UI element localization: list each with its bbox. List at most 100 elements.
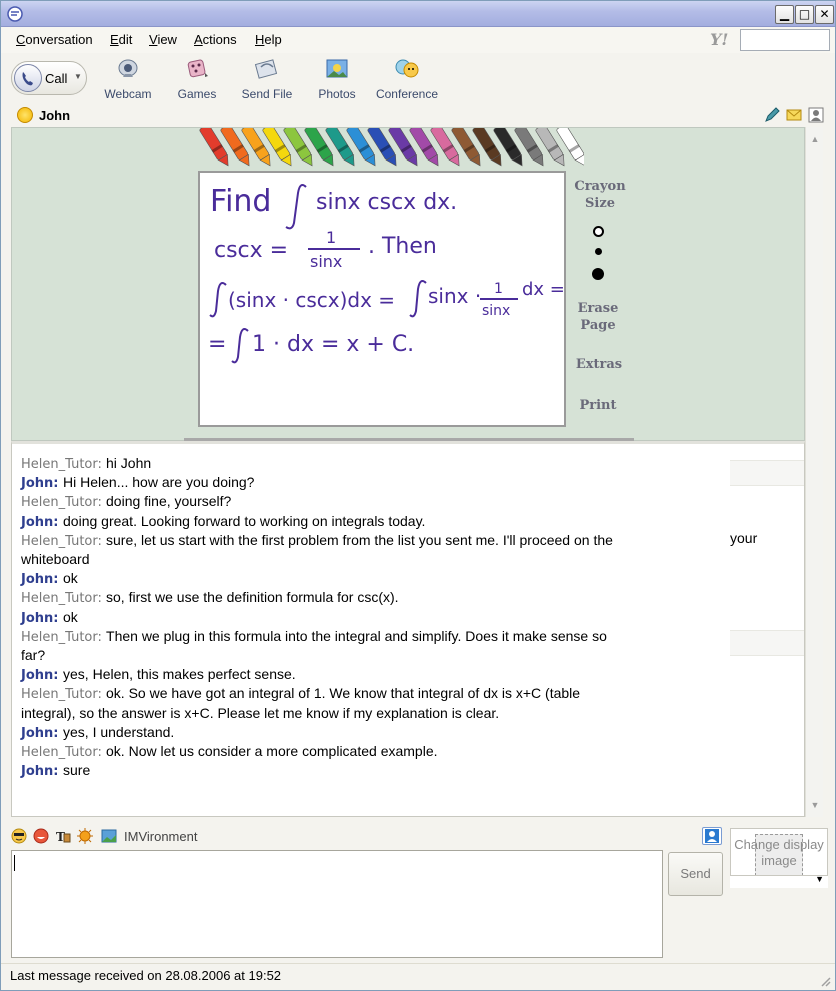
minimize-button[interactable]: ▁ <box>775 5 794 24</box>
status-text: Last message received on 28.08.2006 at 1… <box>10 968 282 983</box>
print-button[interactable]: Print <box>573 397 623 414</box>
games-button[interactable]: Games <box>173 57 221 103</box>
imvironment-icon[interactable] <box>101 828 117 844</box>
message-sender: Helen_Tutor <box>21 495 98 511</box>
chevron-down-icon[interactable]: ▼ <box>74 72 82 81</box>
message-sender: John <box>21 514 54 530</box>
scroll-down-icon[interactable]: ▼ <box>807 797 823 813</box>
scroll-up-icon[interactable]: ▲ <box>807 131 823 147</box>
imvironment-label[interactable]: IMVironment <box>124 829 197 844</box>
menu-view[interactable]: View <box>149 32 177 47</box>
chat-message: John: yes, I understand. <box>21 723 737 743</box>
sender-separator: : <box>53 668 64 684</box>
send-file-icon <box>254 59 278 79</box>
envelope-icon[interactable] <box>786 107 802 123</box>
sender-separator: : <box>97 745 107 760</box>
hw-line3-mid: sinx · <box>428 284 481 308</box>
ad-stripe <box>730 630 804 656</box>
conference-button[interactable]: Conference <box>373 57 441 103</box>
sender-separator: : <box>97 687 107 703</box>
audible-icon[interactable] <box>33 828 49 844</box>
menu-bar: Conversation Edit View Actions Help Y! <box>1 27 835 53</box>
message-sender: John <box>21 764 54 780</box>
crayon-palette[interactable] <box>184 128 584 170</box>
chat-message: John: ok <box>21 608 737 628</box>
chat-window: ▁ □ ✕ Conversation Edit View Actions Hel… <box>0 0 836 991</box>
webcam-icon <box>118 59 138 77</box>
sender-separator: : <box>97 629 107 645</box>
message-sender: John <box>21 572 54 588</box>
title-bar[interactable]: ▁ □ ✕ <box>1 1 835 27</box>
message-sender: Helen_Tutor <box>21 629 98 645</box>
call-button[interactable]: Call ▼ <box>11 61 87 95</box>
crayon-size-large[interactable] <box>592 268 604 280</box>
toolbar: Call ▼ Webcam Games Send File Photos Con… <box>1 53 835 105</box>
format-bar: T IMVironment <box>11 827 711 847</box>
conversation-scrollbar[interactable]: ▲ ▼ <box>805 127 823 817</box>
erase-page-button[interactable]: Erase Page <box>573 300 623 334</box>
hw-line1-find: Find <box>210 184 271 219</box>
message-text: hi John <box>106 455 152 471</box>
message-text: ok. Now let us consider a more complicat… <box>106 743 438 759</box>
whiteboard-panel: Find sinx cscx dx. cscx = 1 sinx . Then … <box>11 127 805 441</box>
chat-message: John: Hi Helen... how are you doing? <box>21 473 737 493</box>
message-sender: Helen_Tutor <box>21 745 98 760</box>
chevron-down-icon[interactable]: ▼ <box>815 874 824 884</box>
crayon-size-medium[interactable] <box>595 248 602 255</box>
resize-grip-icon[interactable] <box>819 975 831 987</box>
message-text: Then we plug in this formula into the in… <box>106 627 607 644</box>
menu-actions[interactable]: Actions <box>194 32 237 47</box>
message-sender: John <box>21 725 54 741</box>
whiteboard-canvas[interactable]: Find sinx cscx dx. cscx = 1 sinx . Then … <box>198 171 566 427</box>
handwriting: Find sinx cscx dx. cscx = 1 sinx . Then … <box>208 184 565 364</box>
message-text: whiteboard <box>21 551 90 567</box>
menu-conversation[interactable]: Conversation <box>16 32 93 47</box>
message-text: doing great. Looking forward to working … <box>63 512 426 529</box>
send-file-button[interactable]: Send File <box>239 57 295 103</box>
message-text: ok <box>63 570 78 587</box>
profile-icon[interactable] <box>808 107 824 123</box>
display-image-dropdown[interactable]: ▼ <box>730 874 828 888</box>
message-input[interactable] <box>11 850 663 958</box>
text-format-icon[interactable]: T <box>55 828 71 844</box>
photos-icon <box>326 59 348 78</box>
nudge-icon[interactable] <box>77 828 93 844</box>
conversation-log[interactable]: your Helen_Tutor: hi John John: Hi Helen.… <box>11 441 805 817</box>
pen-icon[interactable] <box>764 107 780 123</box>
chat-message: John: sure <box>21 761 737 781</box>
conference-icon <box>395 59 419 78</box>
menu-help[interactable]: Help <box>255 32 282 47</box>
menu-edit[interactable]: Edit <box>110 32 132 47</box>
message-text: sure, let us start with the first proble… <box>106 531 613 548</box>
message-text: far? <box>21 647 46 663</box>
sender-separator: : <box>53 476 64 492</box>
change-display-image-label[interactable]: Change display image <box>731 837 827 869</box>
message-text: Hi Helen... how are you doing? <box>63 474 255 491</box>
message-text: sure <box>63 762 91 779</box>
crayon-size-small[interactable] <box>593 226 604 237</box>
emoticon-cool-icon[interactable] <box>11 828 27 844</box>
sender-separator: : <box>53 764 64 780</box>
webcam-button[interactable]: Webcam <box>103 57 153 103</box>
photos-button[interactable]: Photos <box>315 57 359 103</box>
chat-message: whiteboard <box>21 550 737 569</box>
search-input[interactable] <box>740 29 830 51</box>
hw-line2-then: . Then <box>368 234 437 259</box>
hw-line4-result: 1 · dx = x + C. <box>252 332 414 357</box>
message-sender: John <box>21 610 54 626</box>
hw-line3-left: (sinx · cscx)dx = <box>228 288 395 312</box>
chat-message: far? <box>21 646 737 665</box>
extras-button[interactable]: Extras <box>571 356 627 373</box>
maximize-button[interactable]: □ <box>795 5 814 24</box>
buddy-info-button[interactable] <box>702 827 722 845</box>
message-sender: Helen_Tutor <box>21 591 98 607</box>
send-button[interactable]: Send <box>668 852 723 896</box>
message-sender: John <box>21 476 54 492</box>
message-text: ok <box>63 608 78 625</box>
person-icon <box>705 829 719 843</box>
sender-separator: : <box>97 533 107 549</box>
message-text: yes, Helen, this makes perfect sense. <box>63 666 296 683</box>
smiley-status-icon <box>17 107 33 123</box>
close-button[interactable]: ✕ <box>815 5 834 24</box>
chat-message: John: yes, Helen, this makes perfect sen… <box>21 665 737 685</box>
